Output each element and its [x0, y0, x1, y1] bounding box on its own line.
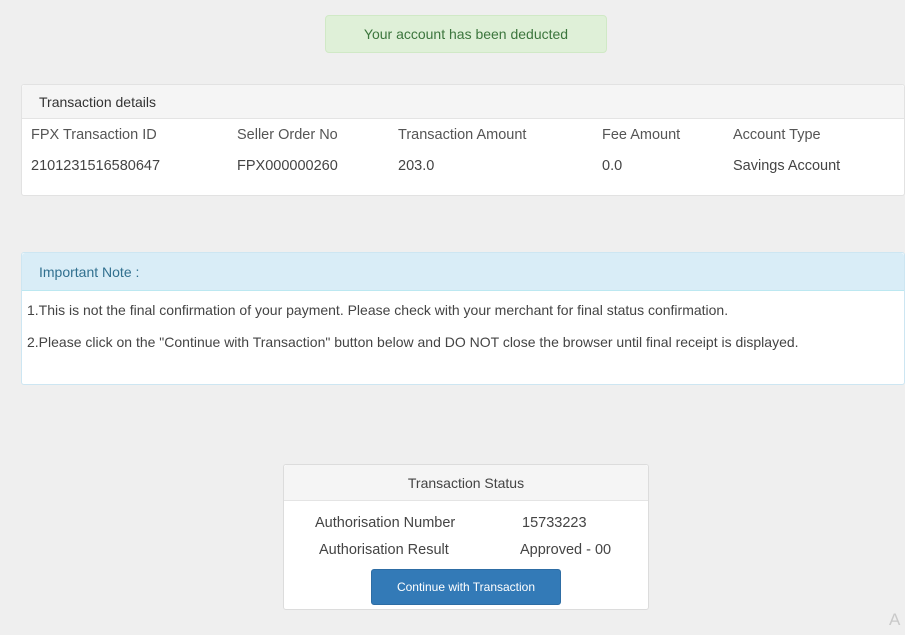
column-header: Seller Order No [237, 127, 338, 143]
fee-amount: 0.0 [602, 158, 623, 174]
note-line-1: 1.This is not the final confirmation of … [27, 302, 729, 318]
fpx-transaction-id: 2101231516580647 [31, 158, 161, 174]
authorisation-result-label: Authorisation Result [319, 542, 449, 558]
column-header: FPX Transaction ID [31, 127, 157, 143]
table-row: 2101231516580647 FPX000000260 203.0 0.0 … [22, 151, 904, 182]
column-header: Fee Amount [602, 127, 681, 143]
table-header-row: FPX Transaction ID Seller Order No Trans… [22, 120, 904, 151]
authorisation-result-value: Approved - 00 [520, 542, 612, 558]
transaction-amount: 203.0 [398, 158, 435, 174]
authorisation-number-value: 15733223 [522, 515, 587, 531]
authorisation-result-row: Authorisation Result Approved - 00 [284, 537, 648, 563]
authorisation-number-label: Authorisation Number [315, 515, 456, 531]
transaction-table: FPX Transaction ID Seller Order No Trans… [22, 120, 904, 182]
account-type: Savings Account [733, 158, 841, 174]
column-header: Transaction Amount [398, 127, 527, 143]
transaction-status-heading: Transaction Status [284, 465, 648, 501]
important-note-panel: Important Note : 1.This is not the final… [21, 252, 905, 385]
corner-glyph: A [889, 610, 901, 629]
column-header: Account Type [733, 127, 821, 143]
note-line-2: 2.Please click on the "Continue with Tra… [27, 334, 799, 350]
transaction-details-panel: Transaction details FPX Transaction ID S… [21, 84, 905, 196]
seller-order-no: FPX000000260 [237, 158, 338, 174]
continue-with-transaction-button[interactable]: Continue with Transaction [371, 569, 561, 605]
transaction-details-heading: Transaction details [22, 85, 904, 119]
deduction-alert: Your account has been deducted [325, 15, 607, 53]
transaction-status-panel: Transaction Status Authorisation Number … [283, 464, 649, 610]
authorisation-number-row: Authorisation Number 15733223 [284, 510, 648, 536]
important-note-heading: Important Note : [22, 253, 904, 291]
